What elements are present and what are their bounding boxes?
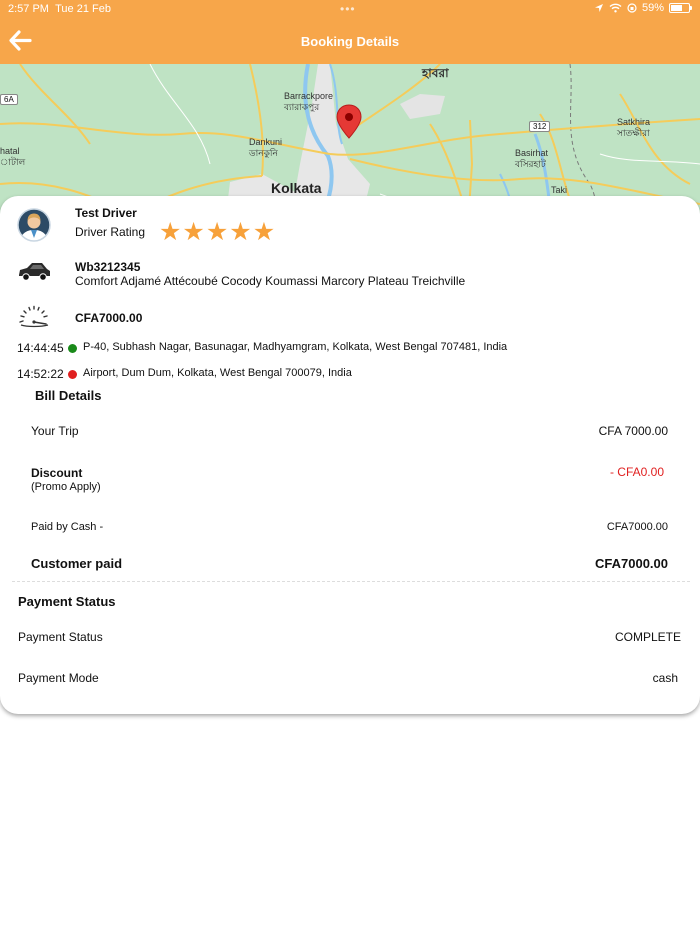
customer-paid-label: Customer paid — [31, 556, 123, 571]
driver-rating-stars: ★ ★ ★ ★ ★ — [159, 218, 276, 246]
fare-amount: CFA7000.00 — [75, 311, 143, 325]
map-label-habra: হাবরা — [422, 66, 449, 80]
driver-avatar — [17, 208, 51, 242]
wifi-icon — [609, 3, 622, 13]
payment-mode-label: Payment Mode — [18, 671, 99, 685]
map-label-dankuni: Dankuni ডানকুনি — [249, 137, 283, 158]
car-icon — [17, 260, 51, 287]
star-icon: ★ — [229, 218, 252, 246]
drop-dot-icon — [68, 370, 77, 379]
bill-details-title: Bill Details — [35, 388, 102, 403]
status-time: 2:57 PM Tue 21 Feb — [8, 3, 111, 15]
booking-details-card: Test Driver Driver Rating ★ ★ ★ ★ ★ Wb321234… — [0, 196, 700, 714]
star-icon: ★ — [182, 218, 205, 246]
page-title: Booking Details — [300, 34, 400, 49]
battery-percent: 59% — [641, 2, 664, 14]
location-arrow-icon — [594, 4, 603, 12]
status-bar: 2:57 PM Tue 21 Feb ••• 59% — [0, 0, 700, 20]
payment-status-title: Payment Status — [18, 594, 116, 609]
star-icon: ★ — [205, 218, 229, 246]
pickup-address: P-40, Subhash Nagar, Basunagar, Madhyamg… — [83, 341, 508, 353]
driver-name: Test Driver — [75, 206, 137, 220]
your-trip-label: Your Trip — [31, 424, 79, 438]
multitasking-dots-icon[interactable]: ••• — [340, 2, 356, 16]
app-header: 2:57 PM Tue 21 Feb ••• 59% Booking Detai… — [0, 0, 700, 64]
road-shield-312: 312 — [529, 121, 551, 132]
status-indicators: 59% — [594, 2, 692, 14]
orientation-lock-icon — [627, 3, 637, 13]
customer-paid-value: CFA7000.00 — [595, 556, 668, 571]
map-label-taki: Taki — [551, 185, 568, 195]
vehicle-plate: Wb3212345 — [75, 260, 141, 274]
discount-sub-label: (Promo Apply) — [31, 481, 101, 493]
section-divider — [12, 581, 690, 582]
speedometer-icon — [17, 304, 51, 333]
pickup-dot-icon — [68, 344, 77, 353]
road-shield-6a: 6A — [0, 94, 18, 105]
map-label-barrackpore: Barrackpore ব্যারাকপুর — [284, 91, 334, 112]
star-icon: ★ — [252, 218, 276, 246]
driver-avatar-icon — [17, 208, 51, 242]
map-label-satkhira: Satkhira সাতক্ষীরা — [617, 117, 651, 138]
map-label-basirhat: Basirhat বসিরহাট — [515, 148, 549, 169]
drop-time: 14:52:22 — [17, 367, 64, 381]
map-label-ghatal: hatalাটাল — [0, 146, 26, 167]
discount-value: - CFA0.00 — [609, 465, 664, 479]
map-label-kolkata: Kolkata — [271, 180, 322, 196]
paid-by-cash-label: Paid by Cash - — [31, 521, 104, 533]
payment-mode-value: cash — [652, 671, 678, 685]
payment-status-value: COMPLETE — [614, 630, 681, 644]
drop-address: Airport, Dum Dum, Kolkata, West Bengal 7… — [83, 367, 352, 379]
discount-label: Discount — [31, 466, 83, 480]
payment-status-label: Payment Status — [18, 630, 103, 644]
your-trip-value: CFA 7000.00 — [598, 424, 668, 438]
paid-by-cash-value: CFA7000.00 — [606, 521, 668, 533]
vehicle-description: Comfort Adjamé Attécoubé Cocody Koumassi… — [75, 274, 466, 288]
battery-icon — [669, 3, 692, 13]
driver-rating-label: Driver Rating — [75, 225, 146, 239]
battery-fill — [671, 5, 683, 11]
pickup-time: 14:44:45 — [17, 341, 64, 355]
star-icon: ★ — [159, 218, 182, 246]
